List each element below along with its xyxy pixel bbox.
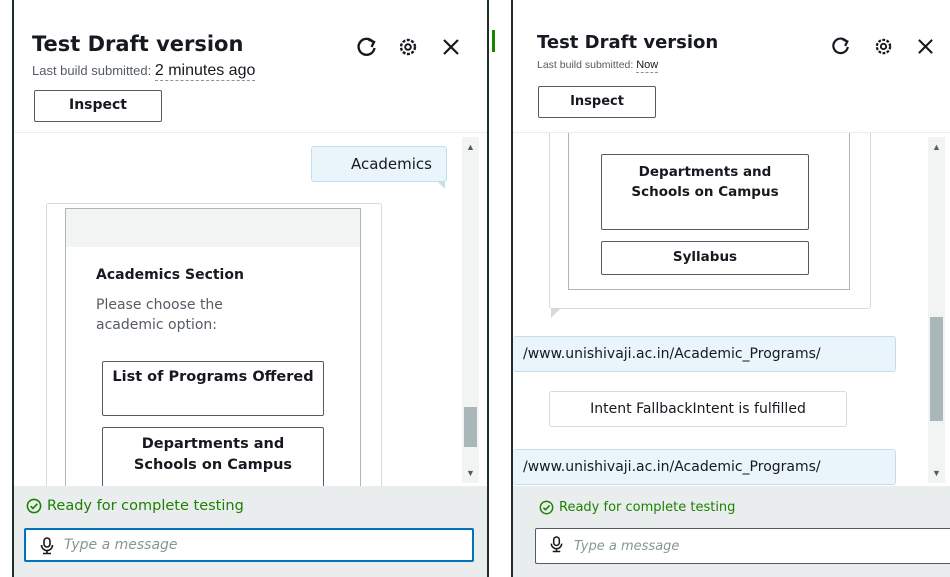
test-chat-panel-right: Test Draft version Last build submitted:…	[511, 0, 950, 577]
refresh-icon[interactable]	[831, 36, 851, 56]
message-input[interactable]	[574, 529, 874, 563]
message-input[interactable]	[64, 530, 364, 560]
bubble-tail	[437, 181, 445, 189]
microphone-icon[interactable]	[549, 536, 564, 553]
ready-status-text: Ready for complete testing	[47, 498, 244, 514]
ready-status-text: Ready for complete testing	[559, 500, 736, 515]
close-icon[interactable]	[442, 38, 460, 56]
option-button-programs[interactable]: List of Programs Offered	[102, 361, 324, 416]
response-card-inner: Departments and Schools on Campus Syllab…	[568, 133, 850, 290]
ready-status: Ready for complete testing	[26, 498, 244, 514]
card-image-area	[66, 209, 360, 247]
card-title: Academics Section	[96, 267, 244, 283]
inspect-button[interactable]: Inspect	[538, 86, 656, 118]
chat-scrollbar[interactable]: ▲ ▼	[928, 137, 945, 483]
build-status-value[interactable]: Now	[636, 59, 659, 73]
option-button-syllabus[interactable]: Syllabus	[601, 241, 809, 275]
check-circle-icon	[26, 498, 42, 514]
bot-message-bubble: Intent FallbackIntent is fulfilled	[549, 391, 847, 427]
ready-status: Ready for complete testing	[539, 500, 735, 515]
check-circle-icon	[539, 500, 554, 515]
scroll-thumb[interactable]	[930, 317, 943, 421]
panel-divider	[489, 0, 511, 577]
chat-transcript: Departments and Schools on Campus Syllab…	[513, 132, 950, 486]
chat-transcript: Academics Academics Section Please choos…	[14, 132, 487, 486]
test-chat-panel-left: Test Draft version Last build submitted:…	[12, 0, 489, 577]
build-status-label: Last build submitted:	[32, 63, 152, 78]
chat-footer: Ready for complete testing	[14, 486, 487, 577]
chat-footer: Ready for complete testing	[513, 486, 950, 577]
close-icon[interactable]	[917, 38, 934, 55]
refresh-icon[interactable]	[356, 36, 378, 58]
active-indicator	[492, 30, 495, 52]
panel-title: Test Draft version	[537, 32, 719, 53]
card-subtitle: Please choose the academic option:	[96, 297, 223, 333]
scroll-thumb[interactable]	[464, 407, 477, 447]
panel-title: Test Draft version	[32, 32, 244, 56]
panel-header: Test Draft version Last build submitted:…	[513, 0, 950, 132]
chat-scrollbar[interactable]: ▲ ▼	[462, 137, 479, 483]
build-status-line: Last build submitted: 2 minutes ago	[32, 62, 256, 81]
microphone-icon[interactable]	[39, 537, 55, 555]
response-card: Departments and Schools on Campus Syllab…	[549, 133, 871, 309]
response-card: Academics Section Please choose the acad…	[46, 203, 382, 486]
build-status-label: Last build submitted:	[537, 59, 634, 71]
inspect-button[interactable]: Inspect	[34, 90, 162, 122]
scroll-up-icon[interactable]: ▲	[462, 139, 479, 155]
message-input-box[interactable]	[24, 528, 474, 562]
build-status-value[interactable]: 2 minutes ago	[154, 62, 256, 81]
user-message-bubble: Academics	[311, 146, 447, 182]
option-button-departments[interactable]: Departments and Schools on Campus	[102, 427, 324, 486]
response-card-inner: Academics Section Please choose the acad…	[65, 208, 361, 486]
option-button-departments[interactable]: Departments and Schools on Campus	[601, 154, 809, 230]
panel-header: Test Draft version Last build submitted:…	[14, 0, 487, 132]
scroll-down-icon[interactable]: ▼	[462, 465, 479, 481]
scroll-up-icon[interactable]: ▲	[928, 139, 945, 155]
scroll-down-icon[interactable]: ▼	[928, 465, 945, 481]
bubble-tail	[551, 309, 560, 318]
settings-icon[interactable]	[398, 37, 418, 57]
link-message-bubble[interactable]: /www.unishivaji.ac.in/Academic_Programs/	[513, 449, 896, 485]
build-status-line: Last build submitted: Now	[537, 59, 659, 73]
link-message-bubble[interactable]: /www.unishivaji.ac.in/Academic_Programs/	[513, 336, 896, 372]
settings-icon[interactable]	[874, 37, 893, 56]
message-input-box[interactable]	[535, 528, 950, 564]
